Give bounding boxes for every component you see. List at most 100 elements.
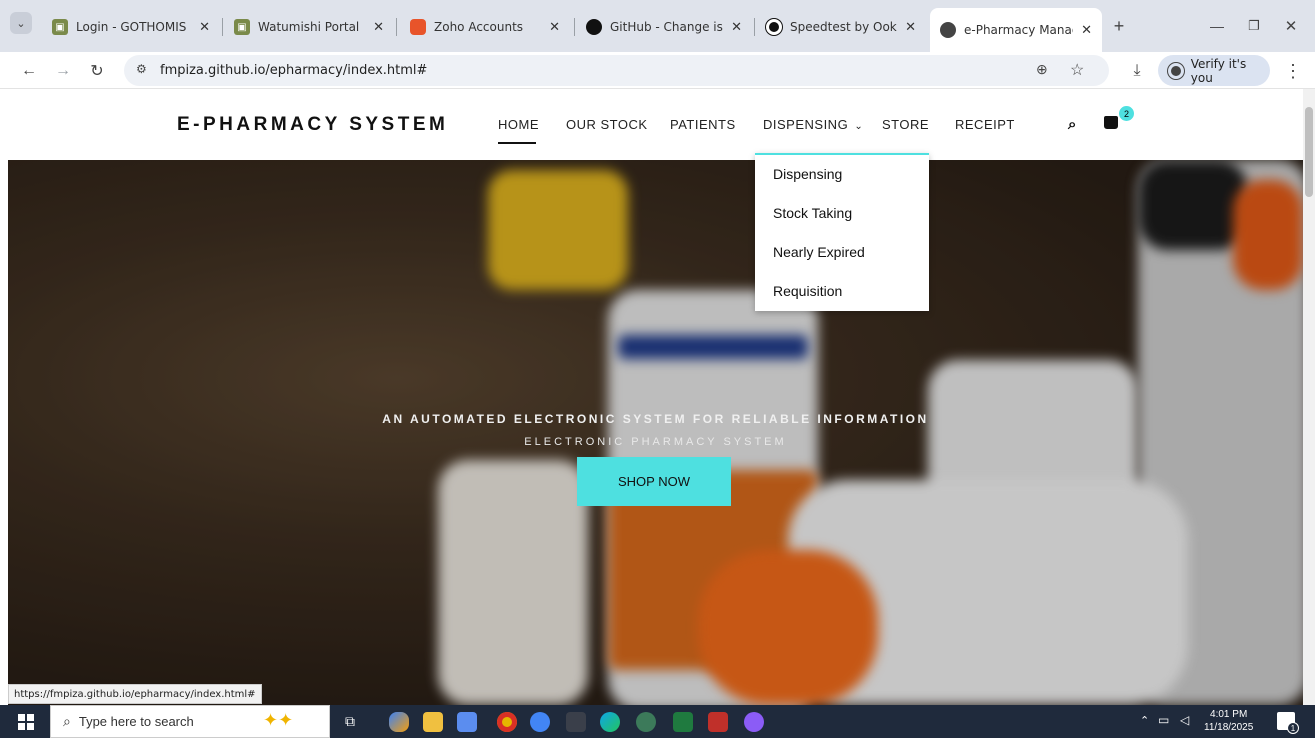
profile-icon [1168,62,1184,79]
search-icon: ⌕ [63,713,71,729]
tab-watumishi[interactable]: ▣ Watumishi Portal ✕ [224,10,394,44]
page-scrollbar[interactable] [1303,89,1315,705]
file-explorer-icon[interactable] [423,712,443,732]
shop-now-button[interactable]: SHOP NOW [577,457,731,506]
windows-start-icon[interactable] [18,714,34,730]
calculator-icon[interactable] [566,712,586,732]
chrome-alt-icon[interactable] [636,712,656,732]
hero-subtitle: ELECTRONIC PHARMACY SYSTEM [524,436,787,448]
site-header: E-PHARMACY SYSTEM HOME OUR STOCK PATIENT… [0,89,1303,160]
dropdown-item-requisition[interactable]: Requisition [773,283,842,299]
more-menu-icon[interactable]: ⋮ [1280,58,1306,84]
close-window-icon[interactable]: ✕ [1278,13,1304,39]
close-icon[interactable]: ✕ [373,20,384,35]
verify-identity-button[interactable]: Verify it's you [1158,55,1270,86]
site-settings-icon[interactable]: ⚙ [136,62,147,76]
snipping-tool-icon[interactable] [744,712,764,732]
browser-toolbar: ← → ↻ ⚙ fmpiza.github.io/epharmacy/index… [0,52,1315,89]
reload-icon[interactable]: ↻ [84,58,110,84]
close-icon[interactable]: ✕ [1081,23,1092,38]
cart-icon[interactable] [1104,116,1118,129]
minimize-icon[interactable]: — [1204,13,1230,39]
active-nav-indicator [498,142,536,144]
close-icon[interactable]: ✕ [549,20,560,35]
status-link-preview: https://fmpiza.github.io/epharmacy/index… [8,684,262,704]
task-view-icon[interactable]: ⧉ [345,713,355,730]
close-icon[interactable]: ✕ [905,20,916,35]
chevron-down-icon: ⌄ [854,121,864,132]
speedtest-favicon-icon [766,19,782,35]
dropdown-item-stock-taking[interactable]: Stock Taking [773,205,852,221]
search-placeholder: Type here to search [78,714,194,729]
gothomis-favicon-icon: ▣ [52,19,68,35]
tab-divider [574,18,575,36]
store-icon[interactable] [457,712,477,732]
close-icon[interactable]: ✕ [731,20,742,35]
tab-title: Zoho Accounts [434,20,524,34]
zoho-favicon-icon [410,19,426,35]
nav-receipt[interactable]: RECEIPT [955,117,1015,132]
search-icon[interactable]: ⌕ [1068,116,1076,133]
watumishi-favicon-icon: ▣ [234,19,250,35]
volume-icon[interactable]: ◁ [1180,713,1189,727]
tab-gothomis[interactable]: ▣ Login - GOTHOMIS ✕ [42,10,220,44]
dropdown-item-dispensing[interactable]: Dispensing [773,166,842,182]
browser-tab-strip: ⌄ ▣ Login - GOTHOMIS ✕ ▣ Watumishi Porta… [0,0,1315,52]
zoom-icon[interactable]: ⊕ [1036,61,1048,78]
close-icon[interactable]: ✕ [199,20,210,35]
clock-time: 4:01 PM [1210,709,1248,720]
acrobat-icon[interactable] [708,712,728,732]
hero-tagline: AN AUTOMATED ELECTRONIC SYSTEM FOR RELIA… [382,412,929,426]
nav-store[interactable]: STORE [882,117,929,132]
system-clock[interactable]: 4:01 PM 11/18/2025 [1204,708,1253,734]
nav-our-stock[interactable]: OUR STOCK [566,117,648,132]
taskbar-search-input[interactable]: ⌕ Type here to search ✦✦ [50,705,330,738]
globe-favicon-icon [940,22,956,38]
new-tab-button[interactable]: + [1106,13,1132,39]
back-icon[interactable]: ← [16,58,42,84]
excel-icon[interactable] [673,712,693,732]
nav-home[interactable]: HOME [498,117,539,132]
chrome-icon[interactable] [497,712,517,732]
clock-date: 11/18/2025 [1204,722,1254,733]
tab-title: Speedtest by Ookla - [790,20,897,34]
tab-title: Login - GOTHOMIS [76,20,187,34]
tab-title: GitHub - Change is co [610,20,723,34]
copilot-icon[interactable] [389,712,409,732]
brand-logo[interactable]: E-PHARMACY SYSTEM [177,114,448,136]
tab-search-button[interactable]: ⌄ [10,12,32,34]
scrollbar-thumb[interactable] [1305,107,1313,197]
tab-github[interactable]: GitHub - Change is co ✕ [576,10,752,44]
restore-icon[interactable]: ❐ [1241,13,1267,39]
notification-count-badge: 1 [1287,722,1299,734]
hero-banner: AN AUTOMATED ELECTRONIC SYSTEM FOR RELIA… [8,160,1303,705]
edge-icon[interactable] [600,712,620,732]
github-favicon-icon [586,19,602,35]
nav-dispensing-label: DISPENSING [763,117,849,132]
chrome-profile-icon[interactable] [530,712,550,732]
tab-speedtest[interactable]: Speedtest by Ookla - ✕ [756,10,926,44]
dispensing-dropdown-menu: Dispensing Stock Taking Nearly Expired R… [755,153,929,311]
tab-divider [396,18,397,36]
bookmark-star-icon[interactable]: ☆ [1070,60,1084,80]
windows-taskbar: ⌕ Type here to search ✦✦ ⧉ ⌃ ▭ ◁ 4:01 PM… [0,705,1315,738]
network-icon[interactable]: ▭ [1158,713,1169,727]
verify-label: Verify it's you [1190,56,1247,85]
forward-icon[interactable]: → [50,58,76,84]
hero-overlay [8,160,1303,705]
tray-chevron-icon[interactable]: ⌃ [1140,714,1149,727]
url-text[interactable]: fmpiza.github.io/epharmacy/index.html# [160,63,427,78]
nav-dispensing[interactable]: DISPENSING ⌄ [763,117,863,132]
dropdown-item-nearly-expired[interactable]: Nearly Expired [773,244,865,260]
tab-epharmacy-active[interactable]: e-Pharmacy Manage ✕ [930,8,1102,52]
cart-count-badge: 2 [1119,106,1134,121]
tab-title: e-Pharmacy Manage [964,23,1073,37]
tab-divider [754,18,755,36]
address-bar[interactable]: ⚙ fmpiza.github.io/epharmacy/index.html#… [124,55,1109,86]
copilot-sparkle-icon: ✦✦ [263,710,294,730]
tab-divider [222,18,223,36]
nav-patients[interactable]: PATIENTS [670,117,736,132]
tab-zoho[interactable]: Zoho Accounts ✕ [400,10,570,44]
download-icon[interactable]: ⤓ [1124,58,1150,84]
tab-title: Watumishi Portal [258,20,360,34]
